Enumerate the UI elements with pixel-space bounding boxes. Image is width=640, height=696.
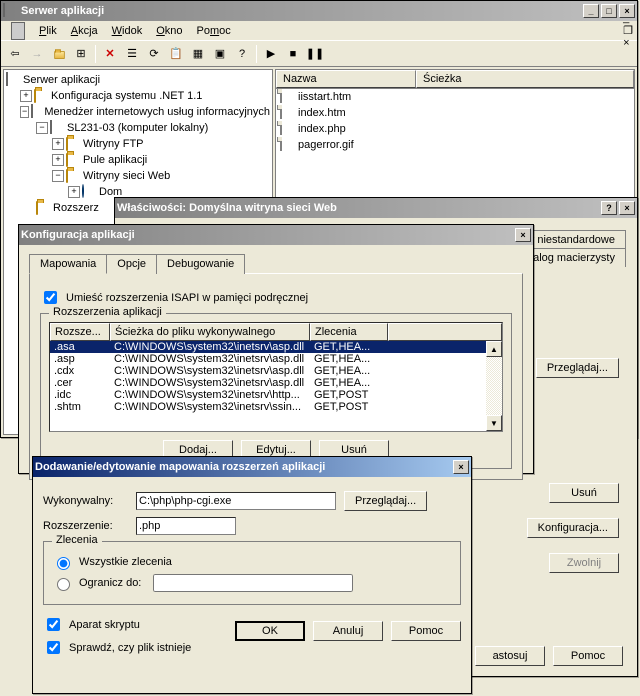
tb-icon-1[interactable]: ▦ bbox=[188, 44, 208, 64]
app-icon bbox=[3, 4, 17, 18]
mdi-close-button[interactable]: × bbox=[623, 37, 633, 49]
props-help-button2[interactable]: Pomoc bbox=[553, 646, 623, 666]
props-titlebar: Właściwości: Domyślna witryna sieci Web … bbox=[115, 198, 637, 218]
tree-iis-manager[interactable]: −Menedżer internetowych usług informacyj… bbox=[6, 104, 270, 120]
minimize-button[interactable]: _ bbox=[583, 4, 599, 18]
tab-mappings[interactable]: Mapowania bbox=[29, 254, 107, 274]
chk-cache-isapi[interactable] bbox=[44, 291, 57, 304]
props-close-button[interactable]: × bbox=[619, 201, 635, 215]
maximize-button[interactable]: □ bbox=[601, 4, 617, 18]
tree-root[interactable]: Serwer aplikacji bbox=[6, 72, 270, 88]
tab-debug[interactable]: Debugowanie bbox=[156, 254, 245, 274]
ext-row[interactable]: .asaC:\WINDOWS\system32\inetsrv\asp.dllG… bbox=[50, 341, 502, 353]
add-title: Dodawanie/edytowanie mapowania rozszerze… bbox=[35, 461, 453, 473]
menu-window[interactable]: Okno bbox=[150, 23, 188, 39]
col-path[interactable]: Ścieżka bbox=[416, 70, 634, 88]
col-name[interactable]: Nazwa bbox=[276, 70, 416, 88]
add-mapping-dialog: Dodawanie/edytowanie mapowania rozszerze… bbox=[32, 456, 472, 694]
toolbar: ⇦ → ⊞ ✕ ☰ ⟳ 📋 ▦ ▣ ? ▶ ■ ❚❚ bbox=[1, 41, 637, 67]
add-titlebar: Dodawanie/edytowanie mapowania rozszerze… bbox=[33, 457, 471, 477]
delete-button[interactable]: ✕ bbox=[100, 44, 120, 64]
input-executable[interactable] bbox=[136, 492, 336, 510]
ext-scrollbar[interactable]: ▲ ▼ bbox=[486, 341, 502, 431]
main-title: Serwer aplikacji bbox=[21, 5, 583, 17]
config-close-button[interactable]: × bbox=[515, 228, 531, 242]
list-item[interactable]: pagerror.gif bbox=[276, 137, 634, 153]
menubar: Plik Akcja Widok Okno Pomoc _ ❐ × bbox=[1, 21, 637, 41]
tree-app-pools[interactable]: +Pule aplikacji bbox=[6, 152, 270, 168]
cancel-button[interactable]: Anuluj bbox=[313, 621, 383, 641]
col-verbs[interactable]: Zlecenia bbox=[310, 323, 388, 341]
props-title: Właściwości: Domyślna witryna sieci Web bbox=[117, 202, 601, 214]
ext-table[interactable]: Rozsze... Ścieżka do pliku wykonywalnego… bbox=[49, 322, 503, 432]
play-button[interactable]: ▶ bbox=[261, 44, 281, 64]
export-button[interactable]: 📋 bbox=[166, 44, 186, 64]
stop-button[interactable]: ■ bbox=[283, 44, 303, 64]
main-titlebar: Serwer aplikacji _ □ × bbox=[1, 1, 637, 21]
col-exec-path[interactable]: Ścieżka do pliku wykonywalnego bbox=[110, 323, 310, 341]
input-extension[interactable] bbox=[136, 517, 236, 535]
props-apply-button[interactable]: astosuj bbox=[475, 646, 545, 666]
mdi-restore-button[interactable]: ❐ bbox=[623, 24, 633, 37]
menu-file[interactable]: Plik bbox=[33, 23, 63, 39]
config-dialog: Konfiguracja aplikacji × Mapowania Opcje… bbox=[18, 224, 534, 474]
input-limit-verbs[interactable] bbox=[153, 574, 353, 592]
list-item[interactable]: index.htm bbox=[276, 105, 634, 121]
config-titlebar: Konfiguracja aplikacji × bbox=[19, 225, 533, 245]
mdi-minimize-button[interactable]: _ bbox=[623, 12, 633, 24]
ext-row[interactable]: .cerC:\WINDOWS\system32\inetsrv\asp.dllG… bbox=[50, 377, 502, 389]
ext-row[interactable]: .idcC:\WINDOWS\system32\inetsrv\http...G… bbox=[50, 389, 502, 401]
config-title: Konfiguracja aplikacji bbox=[21, 229, 515, 241]
tree-net-config[interactable]: +Konfiguracja systemu .NET 1.1 bbox=[6, 88, 270, 104]
tree-websites[interactable]: −Witryny sieci Web bbox=[6, 168, 270, 184]
list-item[interactable]: iisstart.htm bbox=[276, 89, 634, 105]
chk-script-engine[interactable] bbox=[47, 618, 60, 631]
ext-row[interactable]: .cdxC:\WINDOWS\system32\inetsrv\asp.dllG… bbox=[50, 365, 502, 377]
chk-file-exists[interactable] bbox=[47, 641, 60, 654]
menu-view[interactable]: Widok bbox=[106, 23, 149, 39]
ext-row[interactable]: .shtmC:\WINDOWS\system32\inetsrv\ssin...… bbox=[50, 401, 502, 413]
props-remove-button[interactable]: Usuń bbox=[549, 483, 619, 503]
up-button[interactable] bbox=[49, 44, 69, 64]
ok-button[interactable]: OK bbox=[235, 621, 305, 641]
menu-app-icon bbox=[5, 23, 31, 39]
back-button[interactable]: ⇦ bbox=[5, 44, 25, 64]
radio-limit-verbs[interactable] bbox=[57, 578, 70, 591]
list-item[interactable]: index.php bbox=[276, 121, 634, 137]
gbox-verbs: Zlecenia Wszystkie zlecenia Ogranicz do: bbox=[43, 541, 461, 605]
menu-action[interactable]: Akcja bbox=[65, 23, 104, 39]
show-hide-button[interactable]: ⊞ bbox=[71, 44, 91, 64]
props-config-button[interactable]: Konfiguracja... bbox=[527, 518, 619, 538]
gbox-extensions: Rozszerzenia aplikacji Rozsze... Ścieżka… bbox=[40, 313, 512, 469]
lbl-extension: Rozszerzenie: bbox=[43, 520, 128, 532]
refresh-button[interactable]: ⟳ bbox=[144, 44, 164, 64]
pause-button[interactable]: ❚❚ bbox=[305, 44, 325, 64]
ext-row[interactable]: .aspC:\WINDOWS\system32\inetsrv\asp.dllG… bbox=[50, 353, 502, 365]
help-button[interactable]: ? bbox=[232, 44, 252, 64]
help-button[interactable]: Pomoc bbox=[391, 621, 461, 641]
col-spacer bbox=[388, 323, 502, 341]
lbl-executable: Wykonywalny: bbox=[43, 495, 128, 507]
radio-all-verbs[interactable] bbox=[57, 557, 70, 570]
add-close-button[interactable]: × bbox=[453, 460, 469, 474]
browse-exec-button[interactable]: Przeglądaj... bbox=[344, 491, 427, 511]
properties-button[interactable]: ☰ bbox=[122, 44, 142, 64]
tree-computer[interactable]: −SL231-03 (komputer lokalny) bbox=[6, 120, 270, 136]
tab-options[interactable]: Opcje bbox=[106, 254, 157, 274]
tb-icon-2[interactable]: ▣ bbox=[210, 44, 230, 64]
col-ext[interactable]: Rozsze... bbox=[50, 323, 110, 341]
props-browse-button[interactable]: Przeglądaj... bbox=[536, 358, 619, 378]
props-help-button[interactable]: ? bbox=[601, 201, 617, 215]
tree-ftp[interactable]: +Witryny FTP bbox=[6, 136, 270, 152]
scroll-up-button[interactable]: ▲ bbox=[486, 341, 502, 357]
scroll-down-button[interactable]: ▼ bbox=[486, 415, 502, 431]
props-release-button: Zwolnij bbox=[549, 553, 619, 573]
forward-button[interactable]: → bbox=[27, 44, 47, 64]
menu-help[interactable]: Pomoc bbox=[191, 23, 237, 39]
